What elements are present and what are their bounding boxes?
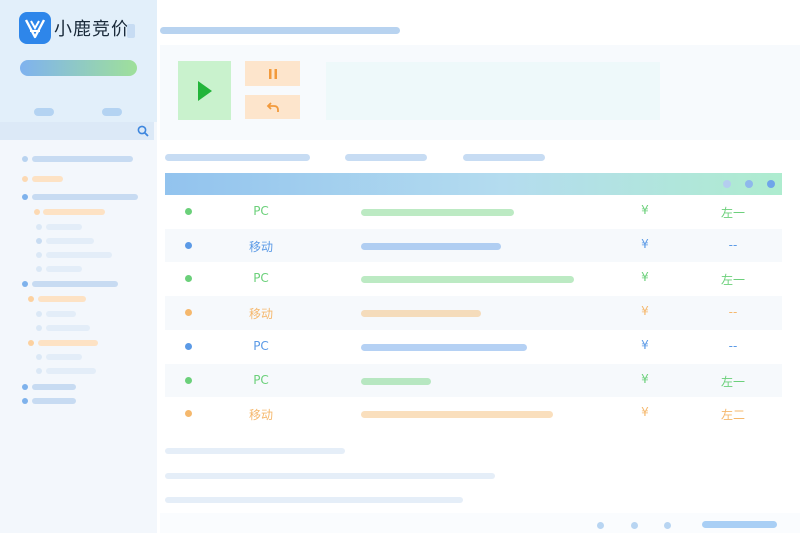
filter-tab[interactable] <box>165 154 310 161</box>
rank-position: 左二 <box>720 408 745 422</box>
filter-tab[interactable] <box>463 154 545 161</box>
keyword-placeholder <box>361 344 527 351</box>
pagination-dot[interactable] <box>597 522 604 529</box>
header-action-icon[interactable] <box>745 180 753 188</box>
status-dot-icon <box>185 410 192 417</box>
price-currency[interactable]: ¥ <box>635 338 655 352</box>
device-label: PC <box>253 271 269 285</box>
keyword-placeholder <box>361 243 501 250</box>
tree-item[interactable] <box>0 340 157 347</box>
device-label: 移动 <box>248 240 273 254</box>
device-label: PC <box>253 373 269 387</box>
table-row[interactable]: 移动 ¥ -- <box>165 229 782 263</box>
deer-logo-icon <box>19 12 51 44</box>
undo-icon <box>266 102 279 112</box>
breadcrumb <box>160 27 400 34</box>
tree-item[interactable] <box>0 266 157 273</box>
restore-button[interactable] <box>245 95 300 119</box>
sidebar: 小鹿竞价 <box>0 0 157 533</box>
start-bidding-button[interactable] <box>178 61 231 120</box>
price-currency[interactable]: ¥ <box>635 203 655 217</box>
keyword-placeholder <box>361 411 553 418</box>
footer-summary <box>165 448 345 454</box>
status-dot-icon <box>185 343 192 350</box>
price-currency[interactable]: ¥ <box>635 237 655 251</box>
rank-position: -- <box>728 339 738 353</box>
header-action-icon[interactable] <box>723 180 731 188</box>
sidebar-search-input[interactable] <box>0 122 154 140</box>
tree-item[interactable] <box>0 176 157 183</box>
status-summary <box>326 62 660 120</box>
tree-item[interactable] <box>0 281 157 288</box>
device-label: 移动 <box>248 408 273 422</box>
keyword-placeholder <box>361 276 574 283</box>
keyword-placeholder <box>361 209 514 216</box>
table-header <box>165 173 782 195</box>
rank-position: -- <box>728 305 738 319</box>
tree-item[interactable] <box>0 354 157 361</box>
status-dot-icon <box>185 275 192 282</box>
tree-item[interactable] <box>0 296 157 303</box>
device-label: PC <box>253 204 269 218</box>
table-row[interactable]: PC ¥ 左一 <box>165 364 782 398</box>
status-dot-icon <box>185 242 192 249</box>
tree-item[interactable] <box>0 224 157 231</box>
brand-logo[interactable]: 小鹿竞价 <box>19 12 130 44</box>
status-dot-icon <box>185 309 192 316</box>
tree-item[interactable] <box>0 368 157 375</box>
search-icon[interactable] <box>137 125 149 137</box>
price-currency[interactable]: ¥ <box>635 372 655 386</box>
status-dot-icon <box>185 208 192 215</box>
brand-subtitle <box>127 24 135 38</box>
tree-item[interactable] <box>0 384 157 391</box>
pause-button[interactable] <box>245 61 300 86</box>
rank-position: 左一 <box>720 375 745 389</box>
rank-position: 左一 <box>720 273 745 287</box>
pagination-control[interactable] <box>702 521 777 528</box>
keyword-placeholder <box>361 310 481 317</box>
table-row[interactable]: 移动 ¥ 左二 <box>165 397 782 431</box>
brand-name: 小鹿竞价 <box>54 19 130 40</box>
table-row[interactable]: PC ¥ 左一 <box>165 195 782 229</box>
table-row[interactable]: PC ¥ 左一 <box>165 262 782 296</box>
keyword-placeholder <box>361 378 431 385</box>
pause-icon <box>268 68 277 79</box>
play-icon <box>197 80 212 101</box>
table-row[interactable]: PC ¥ -- <box>165 330 782 364</box>
sidebar-tab-1[interactable] <box>34 108 54 116</box>
tree-item[interactable] <box>0 252 157 259</box>
tree-item[interactable] <box>0 194 157 201</box>
tree-item[interactable] <box>0 238 157 245</box>
price-currency[interactable]: ¥ <box>635 270 655 284</box>
pagination-dot[interactable] <box>664 522 671 529</box>
tree-item[interactable] <box>0 209 157 216</box>
rank-position: 左一 <box>720 206 745 220</box>
account-selector[interactable] <box>20 60 137 76</box>
footer-summary <box>165 473 495 479</box>
tree-item[interactable] <box>0 398 157 405</box>
tree-item[interactable] <box>0 311 157 318</box>
rank-position: -- <box>728 238 738 252</box>
status-dot-icon <box>185 377 192 384</box>
tree-item[interactable] <box>0 156 157 163</box>
table-row[interactable]: 移动 ¥ -- <box>165 296 782 330</box>
tree-item[interactable] <box>0 325 157 332</box>
filter-tab[interactable] <box>345 154 427 161</box>
price-currency[interactable]: ¥ <box>635 304 655 318</box>
pagination-dot[interactable] <box>631 522 638 529</box>
footer-summary <box>165 497 463 503</box>
device-label: 移动 <box>248 307 273 321</box>
device-label: PC <box>253 339 269 353</box>
sidebar-tab-2[interactable] <box>102 108 122 116</box>
header-action-icon[interactable] <box>767 180 775 188</box>
price-currency[interactable]: ¥ <box>635 405 655 419</box>
